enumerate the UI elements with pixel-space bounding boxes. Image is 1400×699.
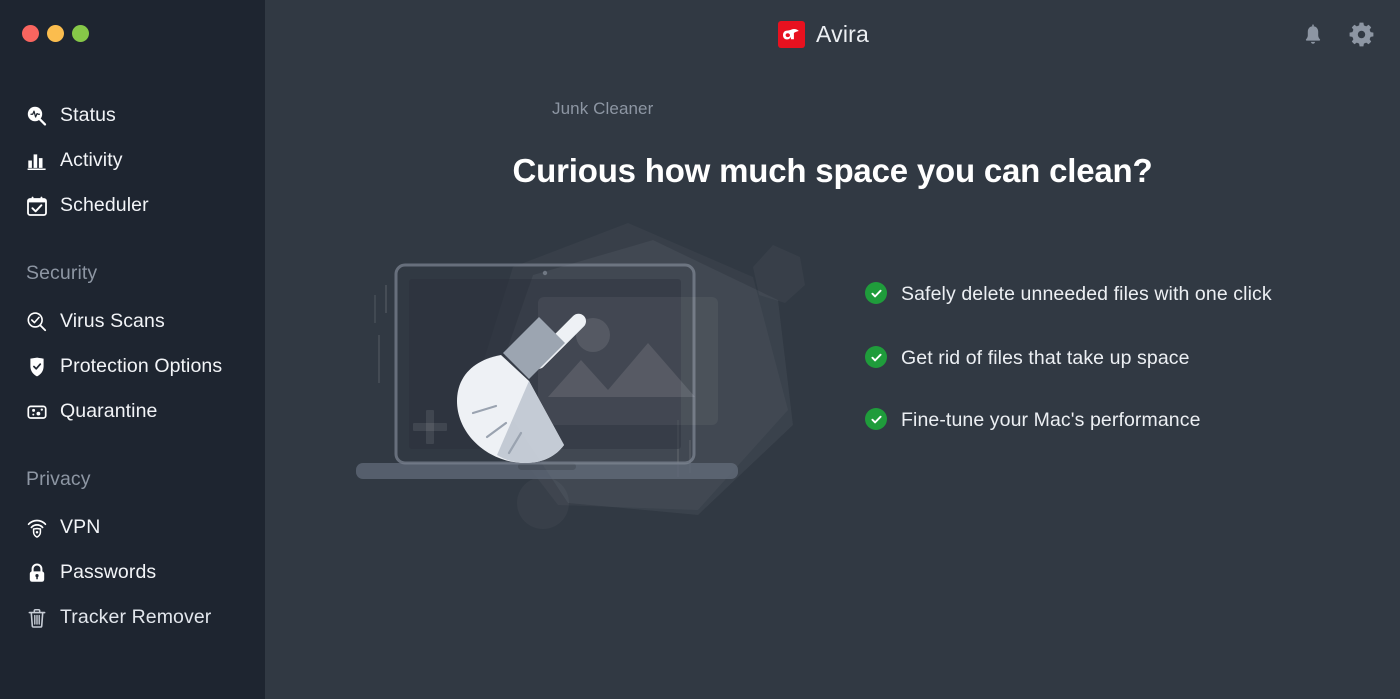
sidebar-item-tracker-remover[interactable]: Tracker Remover bbox=[0, 595, 265, 640]
benefits-list: Safely delete unneeded files with one cl… bbox=[865, 279, 1285, 436]
bar-chart-icon bbox=[26, 150, 48, 172]
main-content: Avira Junk Cleaner Curious how much spac… bbox=[265, 0, 1400, 699]
sidebar-nav: Status Activity Scheduler Security Virus… bbox=[0, 93, 265, 640]
list-item: Get rid of files that take up space bbox=[865, 343, 1285, 374]
sidebar-item-label: VPN bbox=[60, 516, 101, 538]
sidebar-item-status[interactable]: Status bbox=[0, 93, 265, 138]
magnifier-check-icon bbox=[26, 311, 48, 333]
lock-icon bbox=[26, 562, 48, 584]
avira-logo-icon bbox=[778, 21, 805, 48]
check-circle-icon bbox=[865, 282, 887, 304]
sidebar-item-label: Virus Scans bbox=[60, 310, 165, 332]
benefit-text: Get rid of files that take up space bbox=[901, 347, 1190, 369]
calendar-check-icon bbox=[26, 195, 48, 217]
top-bar-actions bbox=[1300, 0, 1374, 69]
top-bar: Avira bbox=[265, 0, 1400, 69]
trash-icon bbox=[26, 607, 48, 629]
benefit-text: Safely delete unneeded files with one cl… bbox=[901, 283, 1272, 305]
sidebar-item-virus-scans[interactable]: Virus Scans bbox=[0, 299, 265, 344]
breadcrumb: Junk Cleaner bbox=[552, 99, 654, 118]
brand-name: Avira bbox=[816, 21, 869, 47]
list-item: Safely delete unneeded files with one cl… bbox=[865, 279, 1285, 310]
check-circle-icon bbox=[865, 346, 887, 368]
sidebar-item-label: Tracker Remover bbox=[60, 606, 212, 628]
bell-icon[interactable] bbox=[1300, 22, 1326, 48]
sidebar-section-privacy: Privacy bbox=[26, 468, 91, 490]
sidebar-section-security: Security bbox=[26, 262, 98, 284]
quarantine-dish-icon bbox=[26, 401, 48, 423]
wifi-shield-icon bbox=[26, 517, 48, 539]
hero-section: Safely delete unneeded files with one cl… bbox=[265, 205, 1400, 575]
page-title: Curious how much space you can clean? bbox=[512, 152, 1153, 189]
junk-cleaner-laptop-broom-illustration bbox=[353, 205, 833, 565]
avira-app-window: Status Activity Scheduler Security Virus… bbox=[0, 0, 1400, 699]
close-button[interactable] bbox=[22, 25, 39, 42]
sidebar-item-activity[interactable]: Activity bbox=[0, 138, 265, 183]
maximize-button[interactable] bbox=[72, 25, 89, 42]
minimize-button[interactable] bbox=[47, 25, 64, 42]
gear-icon[interactable] bbox=[1348, 22, 1374, 48]
brand: Avira bbox=[778, 21, 869, 48]
sidebar-item-label: Status bbox=[60, 104, 116, 126]
sidebar-item-protection-options[interactable]: Protection Options bbox=[0, 344, 265, 389]
sidebar-item-label: Scheduler bbox=[60, 194, 149, 216]
sidebar: Status Activity Scheduler Security Virus… bbox=[0, 0, 265, 699]
sidebar-item-quarantine[interactable]: Quarantine bbox=[0, 389, 265, 434]
sidebar-item-label: Passwords bbox=[60, 561, 157, 583]
sidebar-item-label: Quarantine bbox=[60, 400, 158, 422]
window-controls bbox=[22, 25, 89, 42]
list-item: Fine-tune your Mac's performance bbox=[865, 405, 1285, 436]
magnifier-pulse-icon bbox=[26, 105, 48, 127]
sidebar-item-scheduler[interactable]: Scheduler bbox=[0, 183, 265, 228]
sidebar-item-passwords[interactable]: Passwords bbox=[0, 550, 265, 595]
check-circle-icon bbox=[865, 408, 887, 430]
sidebar-item-label: Protection Options bbox=[60, 355, 223, 377]
shield-check-icon bbox=[26, 356, 48, 378]
benefit-text: Fine-tune your Mac's performance bbox=[901, 409, 1201, 431]
sidebar-item-label: Activity bbox=[60, 149, 123, 171]
sidebar-item-vpn[interactable]: VPN bbox=[0, 505, 265, 550]
